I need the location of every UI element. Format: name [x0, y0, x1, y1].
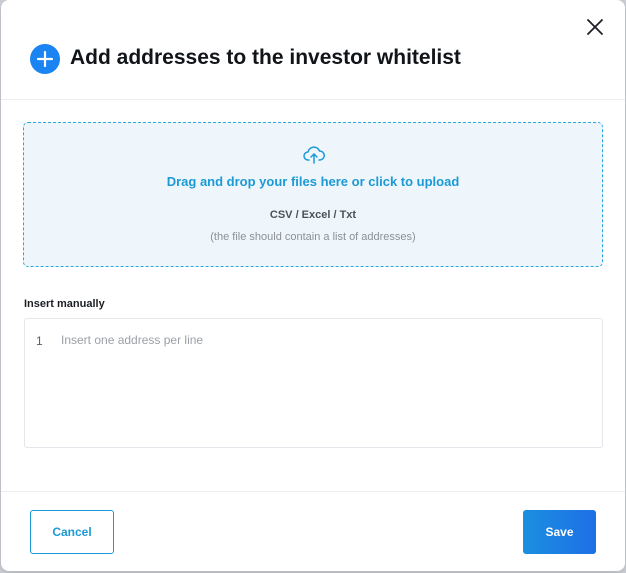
cloud-upload-icon — [303, 146, 325, 164]
file-dropzone[interactable]: Drag and drop your files here or click t… — [23, 122, 603, 267]
address-input[interactable] — [55, 329, 595, 441]
dropzone-formats: CSV / Excel / Txt — [269, 209, 357, 221]
insert-manually-label: Insert manually — [24, 298, 105, 310]
plus-circle-icon — [30, 44, 60, 74]
save-button[interactable]: Save — [523, 510, 596, 554]
modal-title: Add addresses to the investor whitelist — [70, 46, 461, 69]
modal-footer: Cancel Save — [1, 491, 625, 571]
page: Transaction Details Addresses to Address… — [0, 0, 626, 573]
cancel-button[interactable]: Cancel — [30, 510, 114, 554]
dropzone-hint: (the file should contain a list of addre… — [210, 231, 416, 243]
close-icon[interactable] — [583, 15, 607, 39]
add-addresses-modal: Add addresses to the investor whitelist … — [1, 0, 625, 571]
dropzone-main-text: Drag and drop your files here or click t… — [166, 174, 460, 189]
modal-header: Add addresses to the investor whitelist — [1, 0, 625, 100]
address-editor[interactable]: 1 — [24, 318, 603, 448]
line-number: 1 — [36, 334, 43, 348]
